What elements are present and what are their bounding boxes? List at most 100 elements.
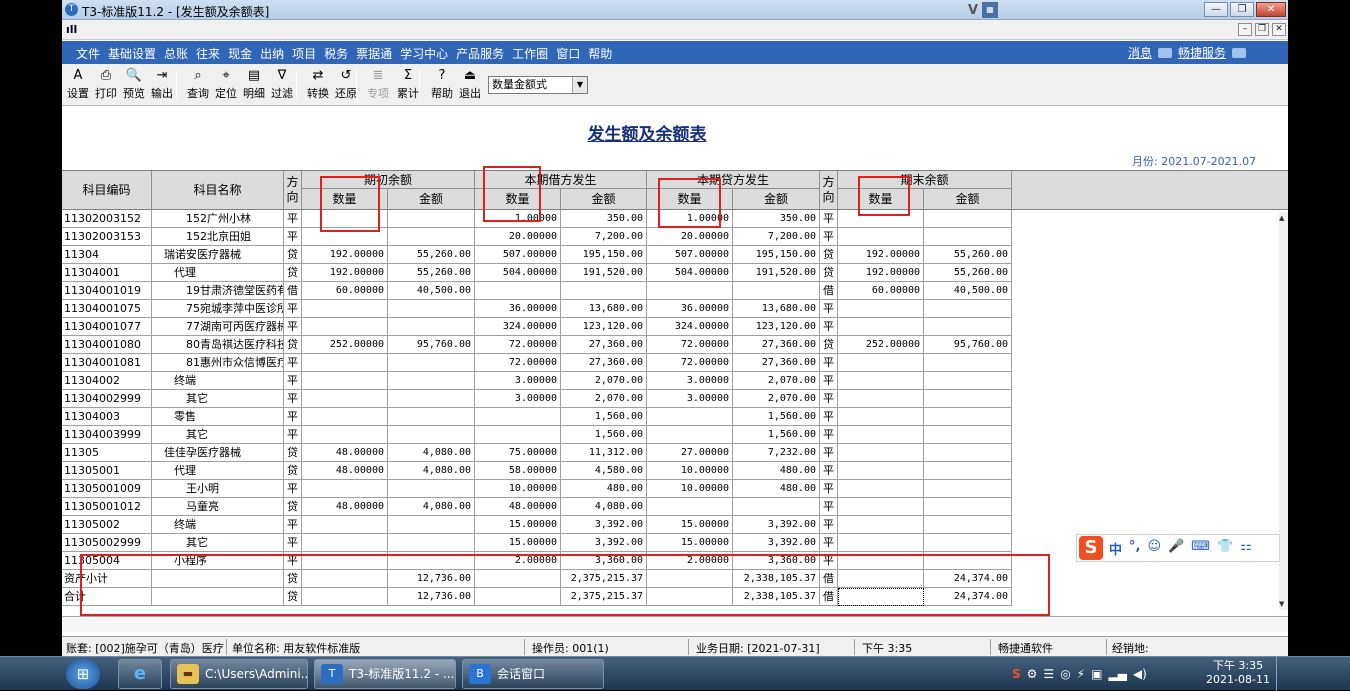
tray-icon[interactable]: ⚡ <box>1077 667 1085 681</box>
toolbar-button[interactable]: ⇥ 输出 <box>148 67 176 101</box>
table-row[interactable]: 11304003999 其它平 1,560.00 1,560.00 平 <box>62 426 1012 444</box>
ime-icon[interactable]: ⚏ <box>1240 539 1252 558</box>
table-cell: 平 <box>820 462 838 480</box>
highlight-credit-qty <box>658 178 721 228</box>
menu-item[interactable]: 帮助 <box>588 45 612 62</box>
toolbar-button[interactable]: ⏏ 退出 <box>456 67 484 101</box>
menu-item[interactable]: 基础设置 <box>108 45 156 62</box>
table-row[interactable]: 11305002 终端平 15.00000 3,392.00 15.00000 3,392… <box>62 516 1012 534</box>
tray-icon[interactable]: ⚙ <box>1027 667 1038 681</box>
table-cell: 平 <box>820 210 838 228</box>
toolbar-icon: A <box>73 68 83 83</box>
toolbar-button[interactable]: ▤ 明细 <box>240 67 268 101</box>
table-row[interactable]: 11304001 代理贷 192.00000 55,260.00 504.00000 19… <box>62 264 1012 282</box>
ime-icon[interactable]: ☺ <box>1147 539 1161 558</box>
menu-item[interactable]: 窗口 <box>556 45 580 62</box>
table-row[interactable]: 11304003 零售平 1,560.00 1,560.00 平 <box>62 408 1012 426</box>
menu-item[interactable]: 往来 <box>196 45 220 62</box>
table-row[interactable]: 11304001075 75宛城李萍中医诊所平 36.00000 13,680.00 3… <box>62 300 1012 318</box>
task-explorer[interactable]: ▬ C:\Users\Admini... <box>170 659 308 689</box>
menu-item[interactable]: 税务 <box>324 45 348 62</box>
volume-icon[interactable]: ◀) <box>1133 667 1147 681</box>
toolbar-button[interactable]: Σ 累计 <box>394 67 422 101</box>
tray-icon[interactable]: ▣ <box>1091 667 1102 681</box>
minimize-button[interactable]: — <box>1204 2 1228 17</box>
table-row[interactable]: 11305001 代理贷 48.00000 4,080.00 58.00000 4,580… <box>62 462 1012 480</box>
format-select[interactable]: 数量金额式 ▼ <box>488 76 588 94</box>
mdi-restore-button[interactable]: ❐ <box>1255 23 1269 36</box>
ime-toolbar[interactable]: S 中 °, ☺ 🎤 ⌨ 👕 ⚏ <box>1076 534 1280 562</box>
mdi-close-button[interactable]: ✕ <box>1272 23 1286 36</box>
task-chat[interactable]: B 会话窗口 <box>462 659 604 689</box>
start-button[interactable]: ⊞ <box>66 659 100 689</box>
dropdown-arrow-icon[interactable]: ▼ <box>572 77 587 93</box>
menu-service[interactable]: 畅捷服务 <box>1178 44 1226 61</box>
toolbar-button[interactable]: ? 帮助 <box>428 67 456 101</box>
table-row[interactable]: 11304002 终端平 3.00000 2,070.00 3.00000 2,070.0… <box>62 372 1012 390</box>
ime-icon[interactable]: 👕 <box>1217 539 1233 558</box>
menu-item[interactable]: 项目 <box>292 45 316 62</box>
scroll-down-icon[interactable]: ▼ <box>1279 600 1284 608</box>
t3-app-icon: T <box>321 664 343 684</box>
table-row[interactable]: 11305 佳佳孕医疗器械贷 48.00000 4,080.00 75.00000 11,… <box>62 444 1012 462</box>
ime-icon[interactable]: 中 <box>1109 539 1122 558</box>
table-row[interactable]: 1130400101919甘肃济德堂医药有限公司借60.0000040,500.… <box>62 282 1012 300</box>
tray-icon[interactable]: ◎ <box>1060 667 1070 681</box>
horizontal-scrollbar[interactable] <box>62 616 1288 632</box>
title-bar[interactable]: T T3-标准版11.2 - [发生额及余额表] V ▦ — ❐ ✕ <box>62 0 1288 20</box>
maximize-button[interactable]: ❐ <box>1230 2 1254 17</box>
table-cell <box>388 480 475 498</box>
tray-icon[interactable]: ☰ <box>1043 667 1054 681</box>
table-cell: 11305001012 <box>62 498 152 516</box>
vertical-scrollbar[interactable]: ▲ ▼ <box>1279 212 1288 610</box>
network-icon[interactable]: ▂▄ <box>1108 667 1126 681</box>
table-row[interactable]: 1130400107777湖南可丙医疗器械有限公司平324.00000123,1… <box>62 318 1012 336</box>
menu-item[interactable]: 总账 <box>164 45 188 62</box>
table-cell: 平 <box>820 228 838 246</box>
ime-icon[interactable]: °, <box>1129 539 1140 558</box>
show-desktop-button[interactable] <box>1276 657 1288 691</box>
toolbar-button[interactable]: ⌖ 定位 <box>212 67 240 101</box>
format-select-value: 数量金额式 <box>492 78 547 91</box>
menu-item[interactable]: 文件 <box>76 45 100 62</box>
menu-message[interactable]: 消息 <box>1128 44 1152 61</box>
menu-item[interactable]: 工作圈 <box>512 45 548 62</box>
table-row[interactable]: 11304 瑞诺安医疗器械贷 192.00000 55,260.00 507.00000… <box>62 246 1012 264</box>
toolbar-button[interactable]: ⌕ 查询 <box>184 67 212 101</box>
task-t3[interactable]: T T3-标准版11.2 - ... <box>314 659 456 689</box>
table-cell <box>838 534 924 552</box>
toolbar-button[interactable]: 🔍 预览 <box>120 67 148 101</box>
table-cell: 195,150.00 <box>733 246 820 264</box>
mdi-minimize-button[interactable]: – <box>1238 23 1252 36</box>
table-cell: 95,760.00 <box>924 336 1012 354</box>
close-button[interactable]: ✕ <box>1256 2 1286 17</box>
taskbar-clock[interactable]: 下午 3:35 2021-08-11 <box>1205 659 1271 687</box>
table-row[interactable]: 11305002999 其它平 15.00000 3,392.00 15.00000 3,… <box>62 534 1012 552</box>
table-row[interactable]: 1130400108181惠州市众信博医疗科技有限公司平72.0000027,3… <box>62 354 1012 372</box>
menu-item[interactable]: 现金 <box>228 45 252 62</box>
scroll-up-icon[interactable]: ▲ <box>1279 214 1284 222</box>
ie-taskbar-icon[interactable]: e <box>118 659 162 689</box>
table-cell: 192.00000 <box>302 264 388 282</box>
table-row[interactable]: 1130400108080青岛祺达医疗科技有限公司贷252.0000095,76… <box>62 336 1012 354</box>
toolbar-button[interactable]: ⎙ 打印 <box>92 67 120 101</box>
table-row[interactable]: 11305001009 王小明平 10.00000 480.00 10.00000 480… <box>62 480 1012 498</box>
table-cell <box>924 210 1012 228</box>
toolbar-icon: ⎙ <box>100 68 112 83</box>
menu-item[interactable]: 产品服务 <box>456 45 504 62</box>
table-row[interactable]: 11304002999 其它平 3.00000 2,070.00 3.00000 2,07… <box>62 390 1012 408</box>
toolbar-button[interactable]: ⇄ 转换 <box>304 67 332 101</box>
menu-item[interactable]: 出纳 <box>260 45 284 62</box>
toolbar-button[interactable]: ∇ 过滤 <box>268 67 296 101</box>
toolbar-button[interactable]: A 设置 <box>64 67 92 101</box>
table-cell <box>302 390 388 408</box>
table-row[interactable]: 11305001012 马童亮贷 48.00000 4,080.00 48.00000 4… <box>62 498 1012 516</box>
table-cell: 2,070.00 <box>561 390 647 408</box>
sogou-tray-icon[interactable]: S <box>1012 667 1021 681</box>
ime-icon[interactable]: 🎤 <box>1168 539 1184 558</box>
table-cell: 480.00 <box>733 462 820 480</box>
table-row[interactable]: 11302003153 152北京田姐平 20.00000 7,200.00 20.00… <box>62 228 1012 246</box>
ime-icon[interactable]: ⌨ <box>1191 539 1210 558</box>
menu-item[interactable]: 票据通 <box>356 45 392 62</box>
menu-item[interactable]: 学习中心 <box>400 45 448 62</box>
